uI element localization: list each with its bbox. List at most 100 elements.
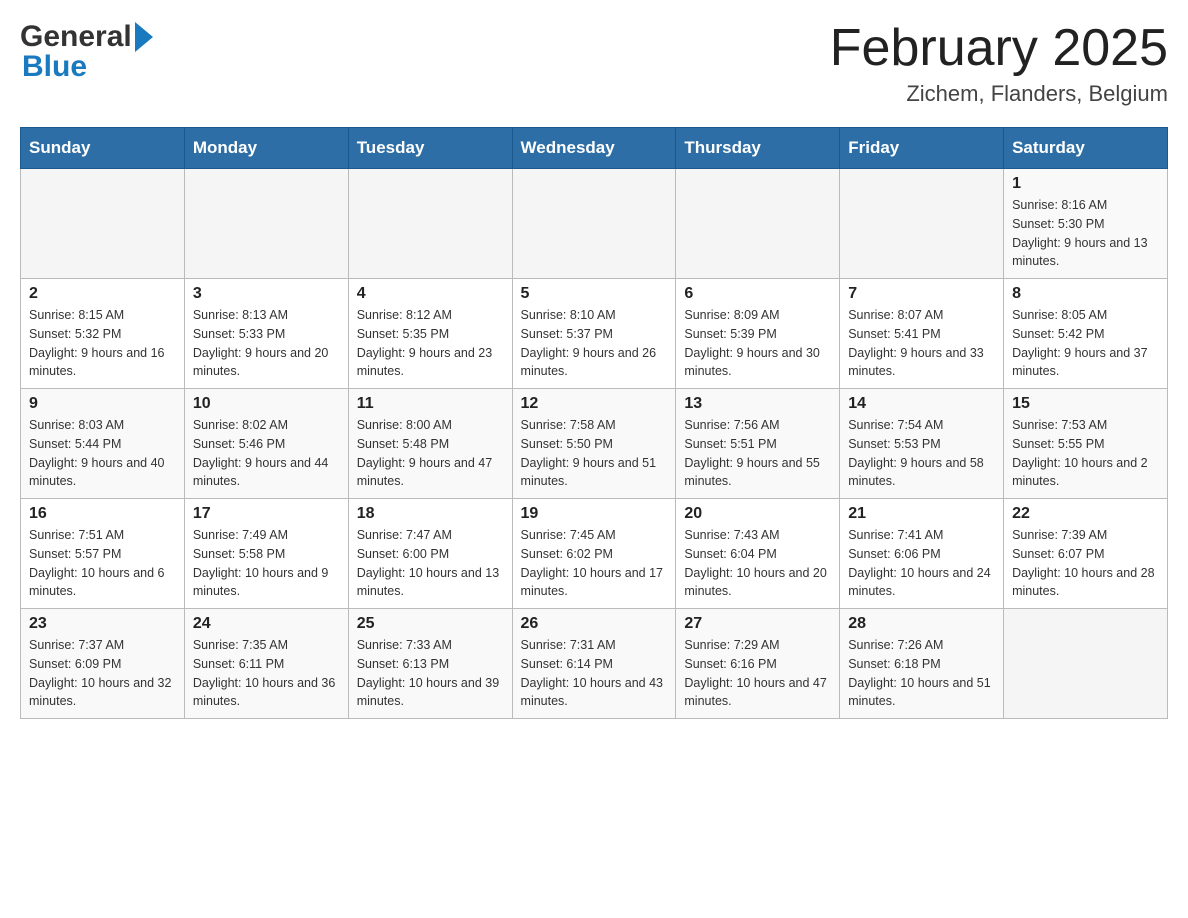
day-info: Sunrise: 7:49 AM Sunset: 5:58 PM Dayligh… xyxy=(193,526,340,601)
day-number: 12 xyxy=(521,395,668,413)
calendar-cell xyxy=(184,169,348,279)
month-title: February 2025 xyxy=(830,20,1168,77)
calendar-week-row: 1Sunrise: 8:16 AM Sunset: 5:30 PM Daylig… xyxy=(21,169,1168,279)
day-info: Sunrise: 8:10 AM Sunset: 5:37 PM Dayligh… xyxy=(521,306,668,381)
calendar-header-monday: Monday xyxy=(184,128,348,169)
day-info: Sunrise: 8:00 AM Sunset: 5:48 PM Dayligh… xyxy=(357,416,504,491)
calendar-week-row: 23 Sunrise: 7:37 AM Sunset: 6:09 PM Dayli… xyxy=(21,609,1168,719)
day-info: Sunrise: 7:26 AM Sunset: 6:18 PM Dayligh… xyxy=(848,636,995,711)
logo-general-text: General xyxy=(20,20,132,54)
day-number: 15 xyxy=(1012,395,1159,413)
day-info: Sunrise: 8:15 AM Sunset: 5:32 PM Dayligh… xyxy=(29,306,176,381)
day-number: 21 xyxy=(848,505,995,523)
day-number: 16 xyxy=(29,505,176,523)
calendar-header-saturday: Saturday xyxy=(1004,128,1168,169)
logo: General Blue xyxy=(20,20,153,84)
day-number: 7 xyxy=(848,285,995,303)
day-number: 27 xyxy=(684,615,831,633)
calendar-cell: 27 Sunrise: 7:29 AM Sunset: 6:16 PM Dayli… xyxy=(676,609,840,719)
logo-blue-text: Blue xyxy=(22,50,87,84)
day-info: Sunrise: 7:56 AM Sunset: 5:51 PM Dayligh… xyxy=(684,416,831,491)
calendar-week-row: 9 Sunrise: 8:03 AM Sunset: 5:44 PM Daylig… xyxy=(21,389,1168,499)
calendar-cell xyxy=(840,169,1004,279)
day-info: Sunrise: 8:16 AM Sunset: 5:30 PM Dayligh… xyxy=(1012,196,1159,271)
day-number: 17 xyxy=(193,505,340,523)
calendar-cell: 12 Sunrise: 7:58 AM Sunset: 5:50 PM Dayli… xyxy=(512,389,676,499)
day-number: 26 xyxy=(521,615,668,633)
day-info: Sunrise: 7:41 AM Sunset: 6:06 PM Dayligh… xyxy=(848,526,995,601)
day-info: Sunrise: 7:45 AM Sunset: 6:02 PM Dayligh… xyxy=(521,526,668,601)
calendar-cell xyxy=(21,169,185,279)
day-info: Sunrise: 7:39 AM Sunset: 6:07 PM Dayligh… xyxy=(1012,526,1159,601)
day-info: Sunrise: 8:02 AM Sunset: 5:46 PM Dayligh… xyxy=(193,416,340,491)
calendar-table: SundayMondayTuesdayWednesdayThursdayFrid… xyxy=(20,127,1168,719)
calendar-cell: 23 Sunrise: 7:37 AM Sunset: 6:09 PM Dayli… xyxy=(21,609,185,719)
calendar-cell: 20Sunrise: 7:43 AM Sunset: 6:04 PM Dayli… xyxy=(676,499,840,609)
day-number: 6 xyxy=(684,285,831,303)
calendar-cell: 19 Sunrise: 7:45 AM Sunset: 6:02 PM Dayli… xyxy=(512,499,676,609)
calendar-cell: 9 Sunrise: 8:03 AM Sunset: 5:44 PM Daylig… xyxy=(21,389,185,499)
day-number: 4 xyxy=(357,285,504,303)
day-info: Sunrise: 8:05 AM Sunset: 5:42 PM Dayligh… xyxy=(1012,306,1159,381)
calendar-cell: 4 Sunrise: 8:12 AM Sunset: 5:35 PM Daylig… xyxy=(348,279,512,389)
calendar-cell: 28 Sunrise: 7:26 AM Sunset: 6:18 PM Dayli… xyxy=(840,609,1004,719)
day-number: 5 xyxy=(521,285,668,303)
calendar-week-row: 16 Sunrise: 7:51 AM Sunset: 5:57 PM Dayli… xyxy=(21,499,1168,609)
day-info: Sunrise: 8:13 AM Sunset: 5:33 PM Dayligh… xyxy=(193,306,340,381)
calendar-cell: 26Sunrise: 7:31 AM Sunset: 6:14 PM Dayli… xyxy=(512,609,676,719)
logo-triangle-icon xyxy=(135,22,153,52)
calendar-cell: 6 Sunrise: 8:09 AM Sunset: 5:39 PM Daylig… xyxy=(676,279,840,389)
day-info: Sunrise: 8:09 AM Sunset: 5:39 PM Dayligh… xyxy=(684,306,831,381)
day-number: 2 xyxy=(29,285,176,303)
day-number: 10 xyxy=(193,395,340,413)
day-info: Sunrise: 7:54 AM Sunset: 5:53 PM Dayligh… xyxy=(848,416,995,491)
day-number: 19 xyxy=(521,505,668,523)
calendar-cell xyxy=(676,169,840,279)
calendar-week-row: 2 Sunrise: 8:15 AM Sunset: 5:32 PM Daylig… xyxy=(21,279,1168,389)
day-number: 9 xyxy=(29,395,176,413)
day-info: Sunrise: 8:12 AM Sunset: 5:35 PM Dayligh… xyxy=(357,306,504,381)
calendar-cell: 10 Sunrise: 8:02 AM Sunset: 5:46 PM Dayli… xyxy=(184,389,348,499)
day-number: 14 xyxy=(848,395,995,413)
calendar-header-friday: Friday xyxy=(840,128,1004,169)
day-number: 8 xyxy=(1012,285,1159,303)
calendar-cell: 5 Sunrise: 8:10 AM Sunset: 5:37 PM Daylig… xyxy=(512,279,676,389)
calendar-cell: 15 Sunrise: 7:53 AM Sunset: 5:55 PM Dayli… xyxy=(1004,389,1168,499)
calendar-cell: 24Sunrise: 7:35 AM Sunset: 6:11 PM Dayli… xyxy=(184,609,348,719)
day-number: 11 xyxy=(357,395,504,413)
calendar-cell: 25Sunrise: 7:33 AM Sunset: 6:13 PM Dayli… xyxy=(348,609,512,719)
calendar-header-row: SundayMondayTuesdayWednesdayThursdayFrid… xyxy=(21,128,1168,169)
calendar-cell: 11 Sunrise: 8:00 AM Sunset: 5:48 PM Dayli… xyxy=(348,389,512,499)
calendar-cell: 16 Sunrise: 7:51 AM Sunset: 5:57 PM Dayli… xyxy=(21,499,185,609)
day-info: Sunrise: 7:47 AM Sunset: 6:00 PM Dayligh… xyxy=(357,526,504,601)
day-info: Sunrise: 8:03 AM Sunset: 5:44 PM Dayligh… xyxy=(29,416,176,491)
calendar-cell: 21 Sunrise: 7:41 AM Sunset: 6:06 PM Dayli… xyxy=(840,499,1004,609)
day-info: Sunrise: 7:29 AM Sunset: 6:16 PM Dayligh… xyxy=(684,636,831,711)
day-number: 28 xyxy=(848,615,995,633)
day-info: Sunrise: 8:07 AM Sunset: 5:41 PM Dayligh… xyxy=(848,306,995,381)
day-info: Sunrise: 7:53 AM Sunset: 5:55 PM Dayligh… xyxy=(1012,416,1159,491)
calendar-cell: 18 Sunrise: 7:47 AM Sunset: 6:00 PM Dayli… xyxy=(348,499,512,609)
calendar-cell: 8 Sunrise: 8:05 AM Sunset: 5:42 PM Daylig… xyxy=(1004,279,1168,389)
calendar-header-sunday: Sunday xyxy=(21,128,185,169)
calendar-cell: 2 Sunrise: 8:15 AM Sunset: 5:32 PM Daylig… xyxy=(21,279,185,389)
page-header: General Blue February 2025 Zichem, Fland… xyxy=(20,20,1168,107)
day-info: Sunrise: 7:51 AM Sunset: 5:57 PM Dayligh… xyxy=(29,526,176,601)
day-number: 18 xyxy=(357,505,504,523)
calendar-cell xyxy=(1004,609,1168,719)
day-number: 23 xyxy=(29,615,176,633)
calendar-cell: 3 Sunrise: 8:13 AM Sunset: 5:33 PM Daylig… xyxy=(184,279,348,389)
calendar-cell xyxy=(348,169,512,279)
day-info: Sunrise: 7:37 AM Sunset: 6:09 PM Dayligh… xyxy=(29,636,176,711)
day-info: Sunrise: 7:33 AM Sunset: 6:13 PM Dayligh… xyxy=(357,636,504,711)
calendar-cell: 13 Sunrise: 7:56 AM Sunset: 5:51 PM Dayli… xyxy=(676,389,840,499)
day-number: 3 xyxy=(193,285,340,303)
calendar-header-wednesday: Wednesday xyxy=(512,128,676,169)
calendar-cell: 22Sunrise: 7:39 AM Sunset: 6:07 PM Dayli… xyxy=(1004,499,1168,609)
day-info: Sunrise: 7:58 AM Sunset: 5:50 PM Dayligh… xyxy=(521,416,668,491)
day-info: Sunrise: 7:35 AM Sunset: 6:11 PM Dayligh… xyxy=(193,636,340,711)
calendar-header-tuesday: Tuesday xyxy=(348,128,512,169)
day-info: Sunrise: 7:43 AM Sunset: 6:04 PM Dayligh… xyxy=(684,526,831,601)
calendar-cell: 7 Sunrise: 8:07 AM Sunset: 5:41 PM Daylig… xyxy=(840,279,1004,389)
day-number: 13 xyxy=(684,395,831,413)
